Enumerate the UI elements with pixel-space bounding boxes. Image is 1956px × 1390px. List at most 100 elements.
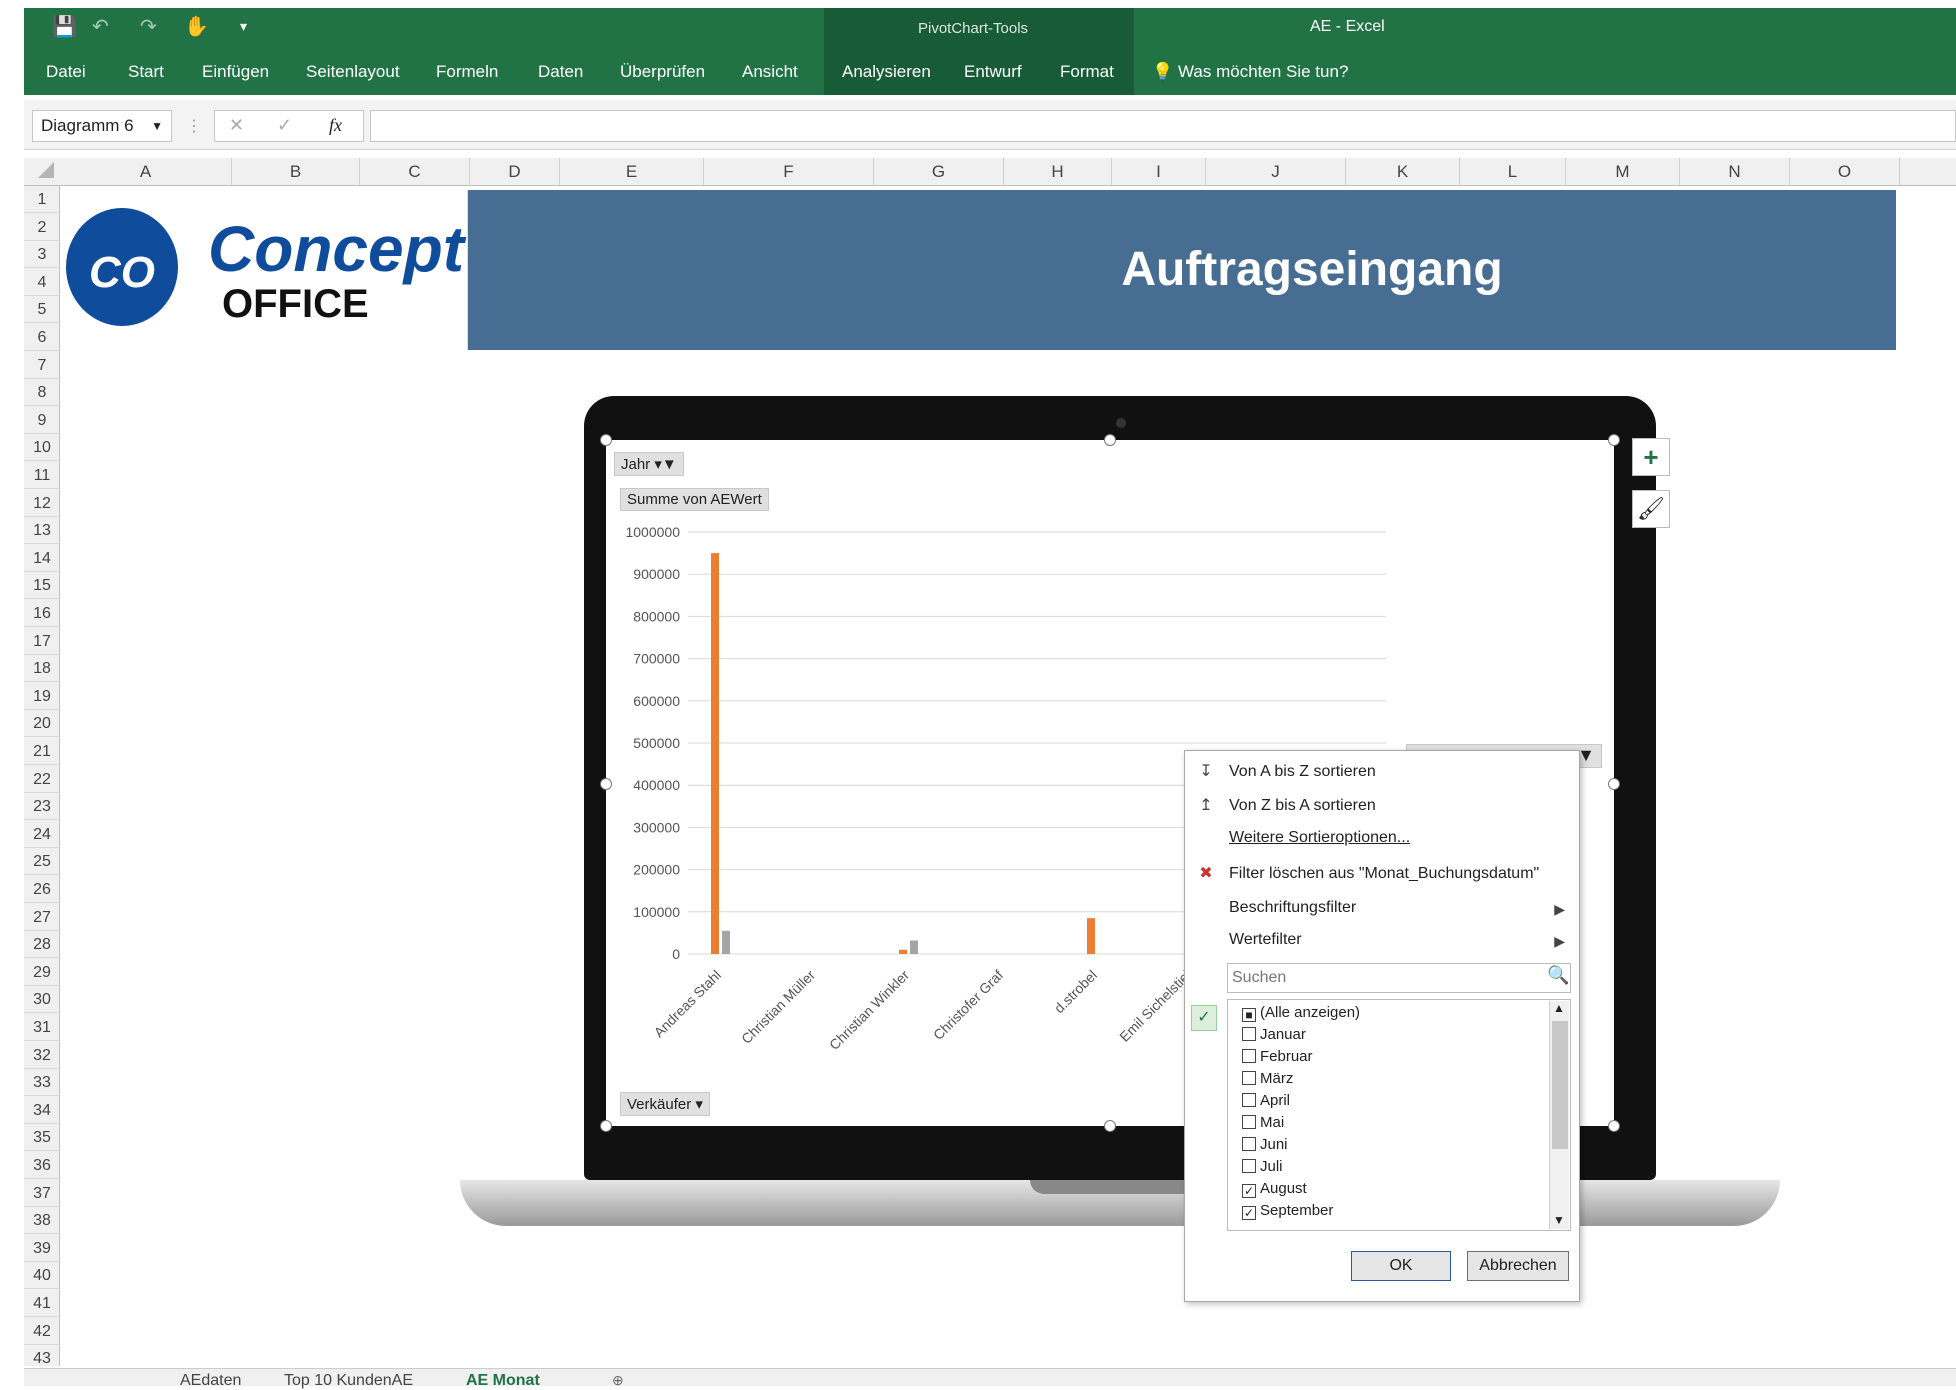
tab-seitenlayout[interactable]: Seitenlayout — [306, 58, 400, 86]
value-field-button[interactable]: Summe von AEWert — [620, 488, 769, 511]
selection-handle[interactable] — [600, 1120, 612, 1132]
row-header[interactable]: 38 — [24, 1207, 60, 1235]
tab-analysieren[interactable]: Analysieren — [828, 58, 945, 86]
tab-einfügen[interactable]: Einfügen — [202, 58, 269, 86]
row-header[interactable]: 32 — [24, 1042, 60, 1069]
row-header[interactable]: 11 — [24, 462, 60, 489]
row-header[interactable]: 12 — [24, 490, 60, 517]
tab-daten[interactable]: Daten — [538, 58, 583, 86]
checkbox[interactable]: ✓ — [1242, 1184, 1256, 1198]
column-header-h[interactable]: H — [1004, 158, 1112, 186]
tab-ansicht[interactable]: Ansicht — [742, 58, 798, 86]
row-header[interactable]: 27 — [24, 904, 60, 931]
column-header-c[interactable]: C — [360, 158, 470, 186]
selection-handle[interactable] — [1608, 1120, 1620, 1132]
tab-datei[interactable]: Datei — [46, 58, 86, 86]
row-header[interactable]: 37 — [24, 1180, 60, 1207]
search-input[interactable]: Suchen — [1227, 963, 1571, 993]
clear-filter-item[interactable]: Filter löschen aus "Monat_Buchungsdatum" — [1229, 859, 1539, 889]
column-header-e[interactable]: E — [560, 158, 704, 186]
row-header[interactable]: 7 — [24, 352, 60, 379]
touch-mode-icon[interactable]: ✋ — [184, 14, 209, 39]
select-all-icon[interactable] — [38, 162, 54, 178]
row-header[interactable]: 5 — [24, 296, 60, 324]
list-item[interactable]: Januar — [1242, 1024, 1306, 1046]
list-item[interactable]: März — [1242, 1068, 1293, 1090]
sort-az-item[interactable]: Von A bis Z sortieren — [1229, 757, 1376, 787]
undo-icon[interactable]: ↶ — [92, 14, 109, 39]
list-item[interactable]: Juni — [1242, 1134, 1288, 1156]
scrollbar-thumb[interactable] — [1552, 1021, 1568, 1149]
customize-qat-icon[interactable]: ▾ — [240, 18, 247, 35]
checkbox[interactable]: ■ — [1242, 1008, 1256, 1022]
tab-formeln[interactable]: Formeln — [436, 58, 498, 86]
row-header[interactable]: 13 — [24, 517, 60, 545]
row-header[interactable]: 3 — [24, 241, 60, 269]
row-header[interactable]: 8 — [24, 379, 60, 407]
year-filter-button[interactable]: Jahr ▾▼ — [614, 452, 684, 476]
checkbox[interactable] — [1242, 1115, 1256, 1129]
checkbox[interactable]: ✓ — [1242, 1206, 1256, 1220]
selection-handle[interactable] — [1104, 434, 1116, 446]
row-header[interactable]: 17 — [24, 628, 60, 655]
row-header[interactable]: 33 — [24, 1069, 60, 1097]
row-header[interactable]: 22 — [24, 766, 60, 793]
checkbox[interactable] — [1242, 1049, 1256, 1063]
list-item[interactable]: ✓ September — [1242, 1200, 1333, 1222]
tell-me-search[interactable]: Was möchten Sie tun? — [1178, 58, 1348, 86]
row-header[interactable]: 29 — [24, 959, 60, 986]
row-header[interactable]: 25 — [24, 848, 60, 876]
sheet-tab[interactable]: Top 10 KundenAE — [284, 1372, 413, 1390]
enter-icon[interactable]: ✓ — [277, 115, 292, 136]
row-header[interactable]: 2 — [24, 214, 60, 241]
row-header[interactable]: 18 — [24, 655, 60, 683]
selection-handle[interactable] — [1608, 434, 1620, 446]
tab-start[interactable]: Start — [128, 58, 164, 86]
row-header[interactable]: 41 — [24, 1290, 60, 1317]
row-header[interactable]: 20 — [24, 710, 60, 738]
sort-za-item[interactable]: Von Z bis A sortieren — [1229, 791, 1376, 821]
column-header-d[interactable]: D — [470, 158, 560, 186]
column-header-j[interactable]: J — [1206, 158, 1346, 186]
more-sort-options-item[interactable]: Weitere Sortieroptionen... — [1229, 823, 1410, 853]
name-box[interactable]: Diagramm 6 ▼ — [32, 110, 172, 142]
cancel-icon[interactable]: ✕ — [229, 115, 244, 136]
row-header[interactable]: 39 — [24, 1235, 60, 1262]
row-header[interactable]: 19 — [24, 683, 60, 710]
tab-format[interactable]: Format — [1060, 58, 1114, 86]
list-item[interactable]: April — [1242, 1090, 1290, 1112]
selection-handle[interactable] — [600, 434, 612, 446]
insert-function-icon[interactable]: fx — [329, 115, 342, 136]
row-header[interactable]: 28 — [24, 931, 60, 959]
selection-handle[interactable] — [1608, 778, 1620, 790]
sheet-tab[interactable]: AEdaten — [180, 1372, 241, 1390]
tab-überprüfen[interactable]: Überprüfen — [620, 58, 705, 86]
row-header[interactable]: 14 — [24, 545, 60, 572]
row-header[interactable]: 4 — [24, 269, 60, 296]
sheet-tab[interactable]: AE Monat — [466, 1372, 540, 1390]
row-header[interactable]: 6 — [24, 324, 60, 351]
row-header[interactable]: 1 — [24, 186, 60, 213]
list-item[interactable]: Februar — [1242, 1046, 1313, 1068]
select-multiple-icon[interactable]: ✓ — [1191, 1005, 1217, 1031]
column-header-f[interactable]: F — [704, 158, 874, 186]
label-filter-item[interactable]: Beschriftungsfilter — [1229, 893, 1356, 923]
row-header[interactable]: 30 — [24, 986, 60, 1014]
list-item[interactable]: ✓ August — [1242, 1178, 1307, 1200]
row-header[interactable]: 36 — [24, 1152, 60, 1179]
ok-button[interactable]: OK — [1351, 1251, 1451, 1281]
redo-icon[interactable]: ↷ — [140, 14, 157, 39]
chevron-down-icon[interactable]: ▼ — [1553, 1213, 1565, 1227]
row-header[interactable]: 35 — [24, 1124, 60, 1152]
selection-handle[interactable] — [1104, 1120, 1116, 1132]
list-item[interactable]: ■ (Alle anzeigen) — [1242, 1002, 1360, 1024]
column-header-n[interactable]: N — [1680, 158, 1790, 186]
selection-handle[interactable] — [600, 778, 612, 790]
row-header[interactable]: 21 — [24, 738, 60, 765]
checkbox[interactable] — [1242, 1027, 1256, 1041]
list-item[interactable]: Juli — [1242, 1156, 1283, 1178]
checkbox[interactable] — [1242, 1159, 1256, 1173]
column-header-m[interactable]: M — [1566, 158, 1680, 186]
row-header[interactable]: 10 — [24, 434, 60, 462]
column-header-o[interactable]: O — [1790, 158, 1900, 186]
